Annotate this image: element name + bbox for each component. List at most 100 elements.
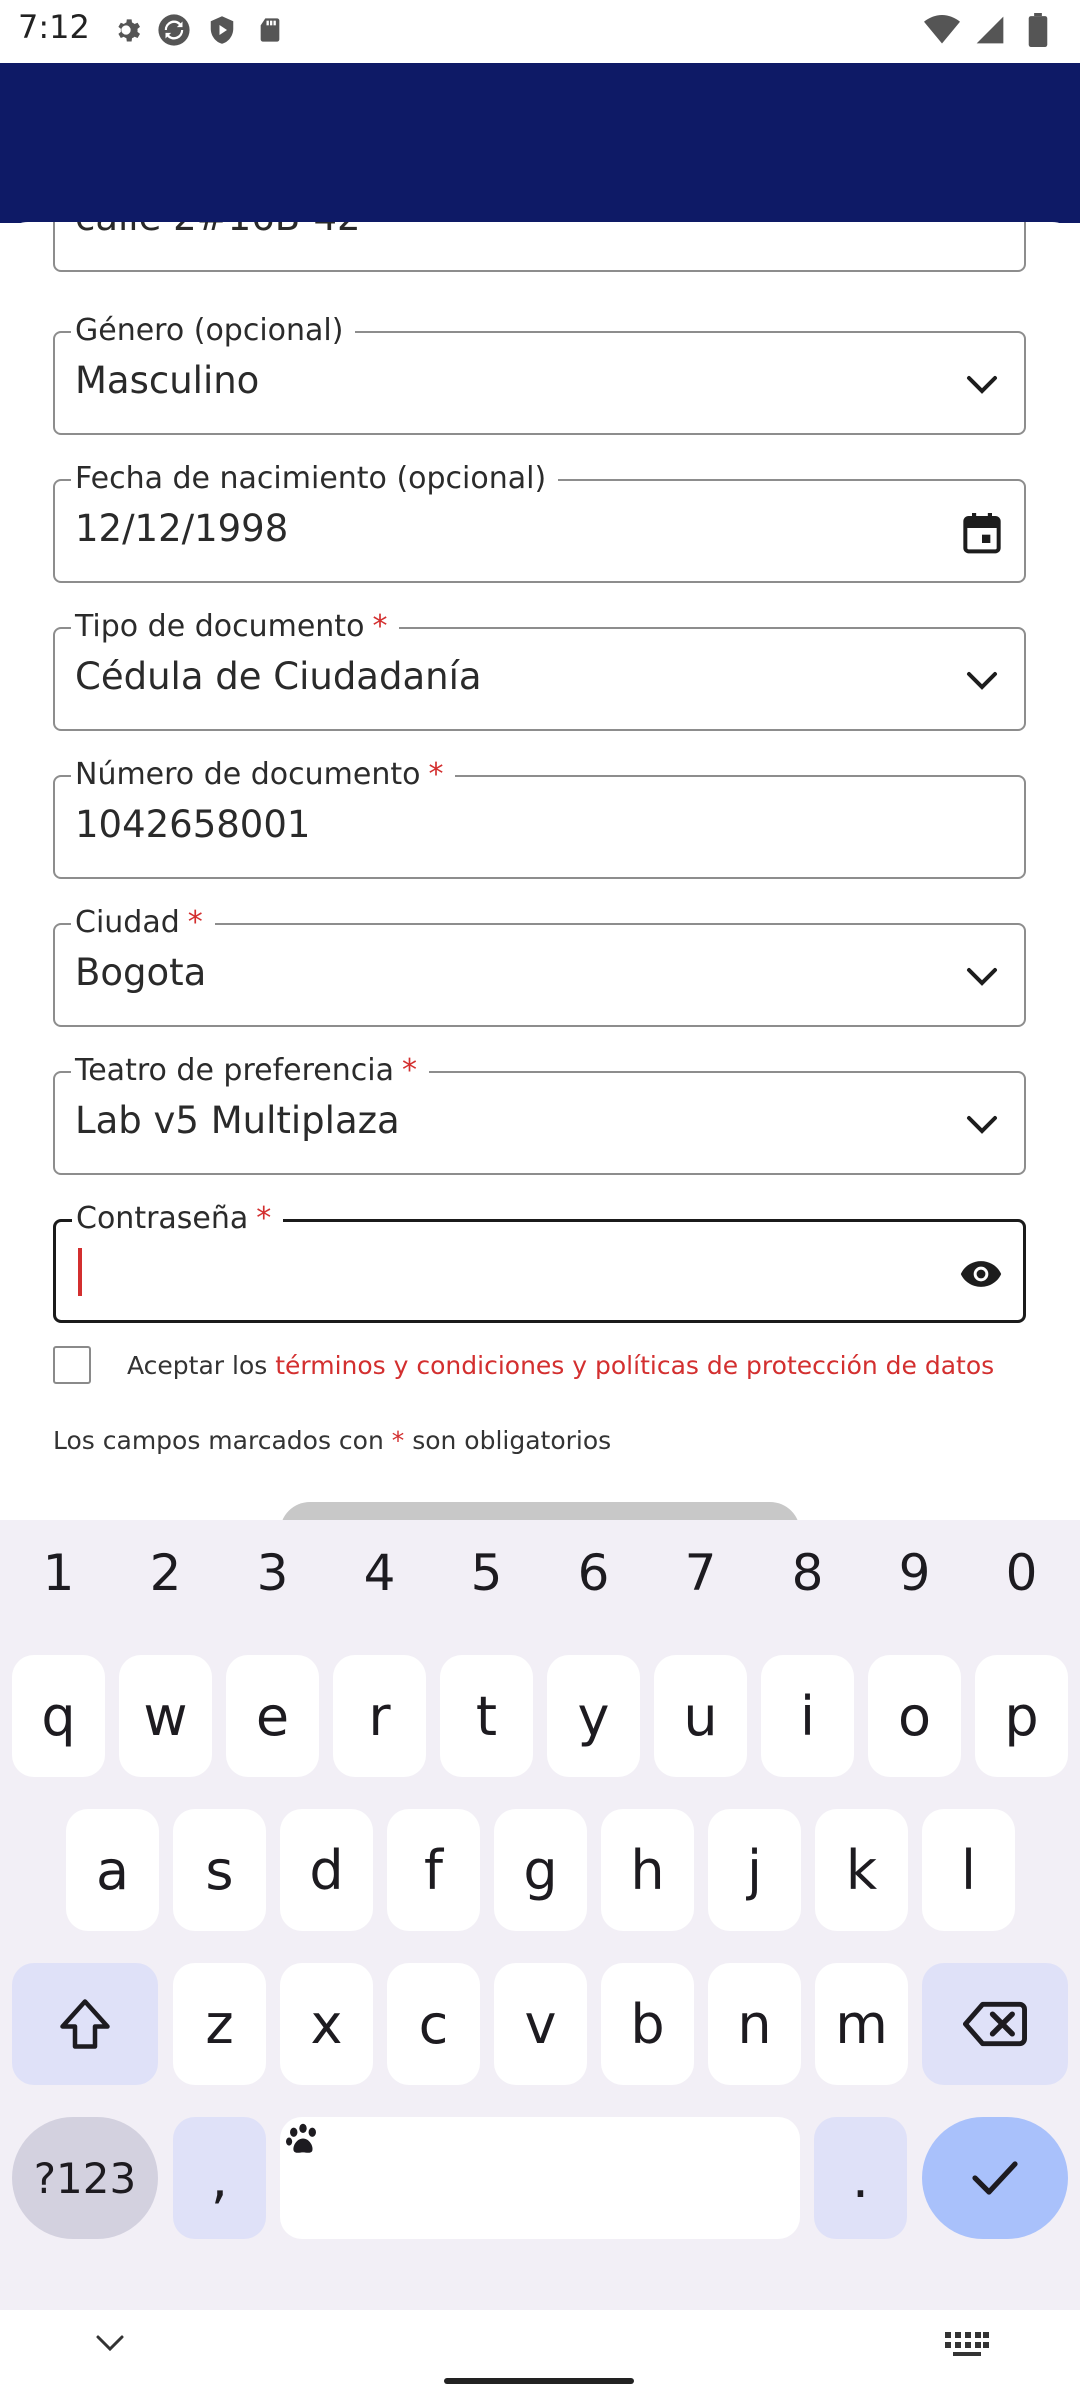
chevron-down-icon	[960, 363, 1004, 407]
key-3[interactable]: 3	[219, 1528, 326, 1618]
terms-row: Aceptar los términos y condiciones y pol…	[53, 1346, 1053, 1390]
soft-keyboard: 1 2 3 4 5 6 7 8 9 0 q w e r t y u i o p …	[0, 1520, 1080, 2356]
submit-button[interactable]	[280, 1502, 800, 1522]
key-5[interactable]: 5	[433, 1528, 540, 1618]
signal-icon	[972, 12, 1008, 48]
key-z[interactable]: z	[173, 1963, 266, 2085]
key-u[interactable]: u	[654, 1655, 747, 1777]
required-fields-note: Los campos marcados con * son obligatori…	[53, 1426, 612, 1455]
key-a[interactable]: a	[66, 1809, 159, 1931]
key-i[interactable]: i	[761, 1655, 854, 1777]
key-n[interactable]: n	[708, 1963, 801, 2085]
symbols-key[interactable]: ?123	[12, 2117, 158, 2239]
birthdate-field[interactable]: Fecha de nacimiento (opcional) 12/12/199…	[53, 459, 1026, 583]
key-e[interactable]: e	[226, 1655, 319, 1777]
theater-select[interactable]: Teatro de preferencia * Lab v5 Multiplaza	[53, 1051, 1026, 1175]
password-field[interactable]: Contraseña *	[53, 1199, 1026, 1323]
hide-keyboard-chevron-icon[interactable]	[92, 2332, 132, 2362]
shift-icon	[60, 1999, 110, 2049]
address-value: calle 2#16B-42	[75, 222, 361, 239]
home-indicator[interactable]	[444, 2378, 634, 2384]
chevron-down-icon	[960, 1103, 1004, 1147]
theater-value: Lab v5 Multiplaza	[75, 1099, 400, 1142]
key-k[interactable]: k	[815, 1809, 908, 1931]
period-key[interactable]: .	[814, 2117, 907, 2239]
key-o[interactable]: o	[868, 1655, 961, 1777]
document-type-label: Tipo de documento *	[71, 607, 400, 647]
key-2[interactable]: 2	[112, 1528, 219, 1618]
battery-icon	[1020, 12, 1056, 48]
status-bar: 7:12	[0, 0, 1080, 63]
document-type-value: Cédula de Ciudadanía	[75, 655, 482, 698]
chevron-down-icon	[960, 659, 1004, 703]
status-time: 7:12	[18, 8, 90, 46]
key-6[interactable]: 6	[540, 1528, 647, 1618]
key-h[interactable]: h	[601, 1809, 694, 1931]
key-1[interactable]: 1	[5, 1528, 112, 1618]
address-field[interactable]: calle 2#16B-42	[53, 222, 1026, 272]
key-q[interactable]: q	[12, 1655, 105, 1777]
terms-link[interactable]: términos y condiciones y políticas de pr…	[275, 1351, 994, 1380]
key-8[interactable]: 8	[754, 1528, 861, 1618]
terms-checkbox[interactable]	[53, 1346, 91, 1384]
gender-label: Género (opcional)	[71, 311, 356, 351]
key-7[interactable]: 7	[647, 1528, 754, 1618]
key-s[interactable]: s	[173, 1809, 266, 1931]
key-g[interactable]: g	[494, 1809, 587, 1931]
done-key[interactable]	[922, 2117, 1068, 2239]
chevron-down-icon	[960, 955, 1004, 999]
key-0[interactable]: 0	[968, 1528, 1075, 1618]
shift-key[interactable]	[12, 1963, 158, 2085]
key-r[interactable]: r	[333, 1655, 426, 1777]
sd-card-icon	[252, 12, 288, 48]
document-number-field[interactable]: Número de documento * 1042658001	[53, 755, 1026, 879]
theater-label: Teatro de preferencia *	[71, 1051, 429, 1091]
registration-form-sheet: calle 2#16B-42 Género (opcional) Masculi…	[0, 222, 1080, 1522]
key-4[interactable]: 4	[326, 1528, 433, 1618]
text-cursor	[78, 1248, 82, 1296]
key-p[interactable]: p	[975, 1655, 1068, 1777]
backspace-icon	[963, 2001, 1027, 2047]
key-f[interactable]: f	[387, 1809, 480, 1931]
birthdate-value: 12/12/1998	[75, 507, 289, 550]
checkmark-icon	[972, 2161, 1018, 2195]
eye-icon[interactable]	[959, 1252, 1003, 1296]
key-t[interactable]: t	[440, 1655, 533, 1777]
backspace-key[interactable]	[922, 1963, 1068, 2085]
city-value: Bogota	[75, 951, 207, 994]
document-number-value: 1042658001	[75, 803, 311, 846]
key-y[interactable]: y	[547, 1655, 640, 1777]
key-c[interactable]: c	[387, 1963, 480, 2085]
settings-icon	[108, 12, 144, 48]
sync-icon	[156, 12, 192, 48]
comma-key[interactable]: ,	[173, 2117, 266, 2239]
key-l[interactable]: l	[922, 1809, 1015, 1931]
terms-text: Aceptar los términos y condiciones y pol…	[127, 1351, 995, 1380]
shield-icon	[204, 12, 240, 48]
key-v[interactable]: v	[494, 1963, 587, 2085]
city-label: Ciudad *	[71, 903, 215, 943]
key-m[interactable]: m	[815, 1963, 908, 2085]
city-select[interactable]: Ciudad * Bogota	[53, 903, 1026, 1027]
key-x[interactable]: x	[280, 1963, 373, 2085]
key-d[interactable]: d	[280, 1809, 373, 1931]
keyboard-switch-icon[interactable]	[945, 2332, 989, 2362]
password-label: Contraseña *	[72, 1199, 284, 1239]
app-header	[0, 63, 1080, 223]
key-b[interactable]: b	[601, 1963, 694, 2085]
key-9[interactable]: 9	[861, 1528, 968, 1618]
document-type-select[interactable]: Tipo de documento * Cédula de Ciudadanía	[53, 607, 1026, 731]
key-j[interactable]: j	[708, 1809, 801, 1931]
calendar-icon[interactable]	[960, 511, 1004, 555]
number-row: 1 2 3 4 5 6 7 8 9 0	[0, 1528, 1080, 1618]
birthdate-label: Fecha de nacimiento (opcional)	[71, 459, 559, 499]
gender-value: Masculino	[75, 359, 260, 402]
space-key[interactable]	[280, 2117, 800, 2239]
gender-select[interactable]: Género (opcional) Masculino	[53, 311, 1026, 435]
status-icons-left	[108, 12, 288, 48]
document-number-label: Número de documento *	[71, 755, 456, 795]
wifi-icon	[924, 12, 960, 48]
paw-icon	[286, 2123, 316, 2153]
status-icons-right	[924, 12, 1056, 48]
key-w[interactable]: w	[119, 1655, 212, 1777]
